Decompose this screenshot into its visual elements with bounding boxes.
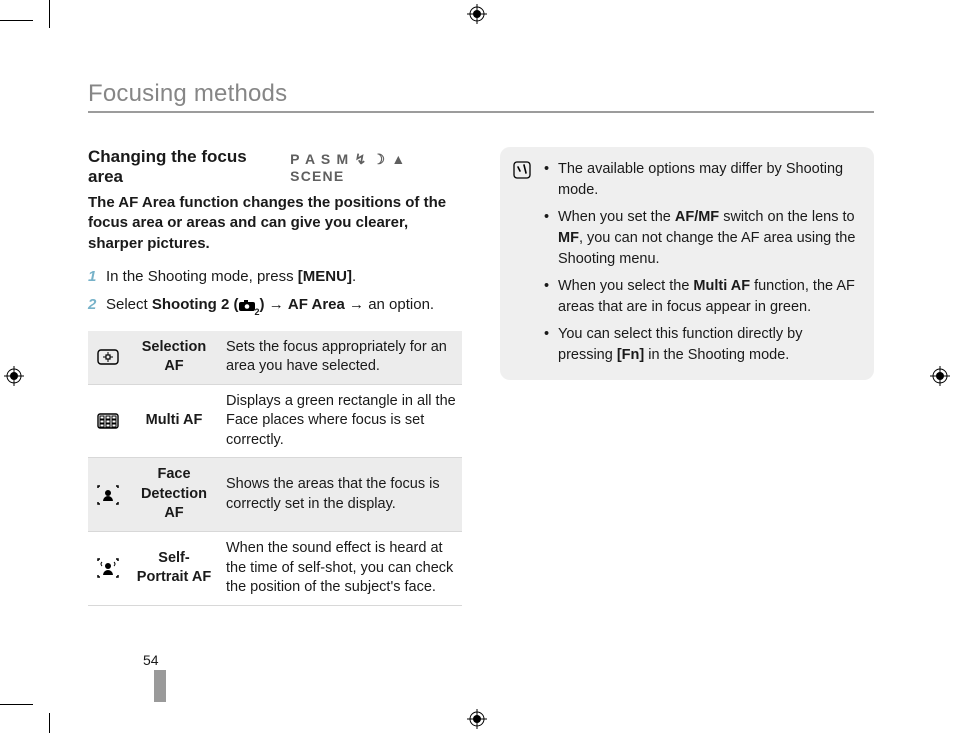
registration-mark-icon [4, 366, 24, 386]
selection-af-icon [97, 349, 119, 365]
note-item: When you set the AF/MF switch on the len… [544, 207, 858, 270]
page-number: 54 [143, 652, 159, 668]
page-tab-marker [154, 670, 166, 702]
note-item: The available options may differ by Shoo… [544, 159, 858, 201]
step-number: 2 [88, 294, 96, 316]
option-desc: Shows the areas that the focus is correc… [220, 458, 462, 532]
registration-mark-icon [467, 709, 487, 729]
table-row: Multi AF Displays a green rectangle in a… [88, 384, 462, 458]
table-row: Face Detection AF Shows the areas that t… [88, 458, 462, 532]
af-options-table: Selection AF Sets the focus appropriatel… [88, 331, 462, 606]
option-desc: Sets the focus appropriately for an area… [220, 331, 462, 385]
crop-mark [0, 20, 33, 21]
option-name: Self-Portrait AF [128, 532, 220, 606]
crop-mark [49, 713, 50, 733]
table-row: Selection AF Sets the focus appropriatel… [88, 331, 462, 385]
crop-mark [0, 704, 33, 705]
table-row: Self-Portrait AF When the sound effect i… [88, 532, 462, 606]
registration-mark-icon [930, 366, 950, 386]
note-icon [512, 160, 532, 187]
page-title: Focusing methods [88, 80, 874, 113]
option-desc: Displays a green rectangle in all the Fa… [220, 384, 462, 458]
crop-mark [49, 0, 50, 28]
face-detection-af-icon [97, 485, 119, 505]
registration-mark-icon [467, 4, 487, 24]
mode-icons: P A S M ↯ ☽ ▲ SCENE [290, 151, 462, 184]
camera-icon: 2 [239, 296, 260, 319]
option-name: Selection AF [128, 331, 220, 385]
intro-text: The AF Area function changes the positio… [88, 193, 462, 254]
step-item: 1In the Shooting mode, press [MENU]. [88, 266, 462, 288]
section-heading: Changing the focus area [88, 147, 282, 187]
option-desc: When the sound effect is heard at the ti… [220, 532, 462, 606]
step-number: 1 [88, 266, 96, 288]
left-column: Changing the focus area P A S M ↯ ☽ ▲ SC… [88, 147, 462, 606]
option-name: Multi AF [128, 384, 220, 458]
right-column: The available options may differ by Shoo… [500, 147, 874, 606]
note-item: You can select this function directly by… [544, 324, 858, 366]
step-item: 2Select Shooting 2 (2) → AF Area → an op… [88, 294, 462, 319]
note-item: When you select the Multi AF function, t… [544, 276, 858, 318]
steps-list: 1In the Shooting mode, press [MENU]. 2Sel… [88, 266, 462, 319]
self-portrait-af-icon [97, 557, 119, 579]
option-name: Face Detection AF [128, 458, 220, 532]
multi-af-icon [97, 413, 119, 429]
note-box: The available options may differ by Shoo… [500, 147, 874, 380]
